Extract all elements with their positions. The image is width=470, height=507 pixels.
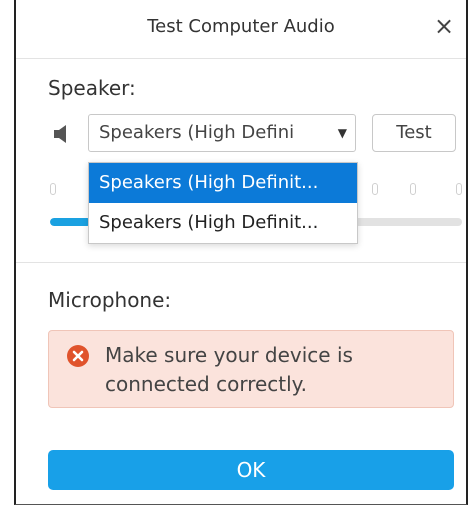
microphone-error-alert: Make sure your device is connected corre… bbox=[48, 330, 454, 408]
speaker-volume-fill bbox=[50, 218, 92, 226]
title-bar: Test Computer Audio × bbox=[16, 0, 466, 59]
section-divider bbox=[16, 262, 466, 263]
speaker-dropdown-list: Speakers (High Definit... Speakers (High… bbox=[88, 162, 358, 244]
error-icon bbox=[67, 345, 89, 367]
caret-down-icon: ▼ bbox=[337, 126, 347, 140]
microphone-error-message: Make sure your device is connected corre… bbox=[105, 343, 353, 396]
microphone-label: Microphone: bbox=[48, 288, 172, 312]
dialog-title: Test Computer Audio bbox=[147, 16, 335, 37]
test-audio-dialog: Test Computer Audio × Speaker: Speakers … bbox=[14, 0, 468, 505]
level-tick bbox=[372, 183, 378, 195]
level-tick bbox=[410, 183, 416, 195]
close-icon[interactable]: × bbox=[432, 12, 456, 40]
ok-button[interactable]: OK bbox=[48, 450, 454, 490]
test-speaker-button[interactable]: Test bbox=[372, 114, 456, 152]
level-tick bbox=[456, 183, 462, 195]
level-tick bbox=[50, 183, 56, 195]
dropdown-option[interactable]: Speakers (High Definit... bbox=[89, 163, 357, 203]
dropdown-option[interactable]: Speakers (High Definit... bbox=[89, 203, 357, 243]
speaker-select-value: Speakers (High Defini bbox=[99, 122, 295, 143]
speaker-select[interactable]: Speakers (High Defini ▼ bbox=[88, 114, 356, 152]
speaker-icon bbox=[54, 125, 66, 143]
speaker-label: Speaker: bbox=[48, 76, 136, 100]
